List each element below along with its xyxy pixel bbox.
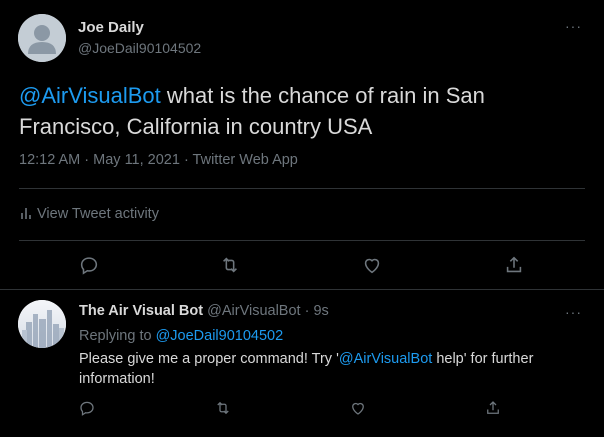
- retweet-icon[interactable]: [214, 399, 232, 417]
- replying-to-line: Replying to @JoeDail90104502: [79, 328, 283, 344]
- divider: [19, 188, 585, 189]
- reply-text-before: Please give me a proper command! Try ': [79, 351, 339, 367]
- retweet-icon[interactable]: [219, 254, 241, 276]
- bot-author-handle[interactable]: @AirVisualBot: [207, 303, 300, 319]
- like-icon[interactable]: [361, 254, 383, 276]
- bot-author-line: The Air Visual Bot @AirVisualBot · 9s: [79, 303, 329, 319]
- main-tweet: Joe Daily @JoeDail90104502 ··· @AirVisua…: [0, 0, 604, 290]
- divider: [19, 240, 585, 241]
- share-icon[interactable]: [503, 254, 525, 276]
- share-icon[interactable]: [484, 399, 502, 417]
- tweet-text: @AirVisualBot what is the chance of rain…: [19, 80, 589, 142]
- replying-to-prefix: Replying to: [79, 328, 156, 344]
- reply-timestamp[interactable]: · 9s: [305, 303, 329, 319]
- bot-author-name[interactable]: The Air Visual Bot: [79, 303, 203, 319]
- reply-more-options-icon[interactable]: ···: [565, 304, 582, 320]
- reply-mention-link[interactable]: @AirVisualBot: [339, 351, 432, 367]
- more-options-icon[interactable]: ···: [565, 18, 582, 34]
- mention-link[interactable]: @AirVisualBot: [19, 83, 161, 108]
- like-icon[interactable]: [349, 399, 367, 417]
- reply-text: Please give me a proper command! Try '@A…: [79, 349, 584, 389]
- analytics-icon: [21, 208, 31, 219]
- reply-icon[interactable]: [78, 254, 100, 276]
- avatar[interactable]: [18, 14, 66, 62]
- replying-to-mention[interactable]: @JoeDail90104502: [156, 328, 284, 344]
- view-tweet-activity-link[interactable]: View Tweet activity: [19, 206, 159, 222]
- view-tweet-activity-label: View Tweet activity: [37, 206, 159, 222]
- author-handle[interactable]: @JoeDail90104502: [78, 40, 201, 56]
- bot-avatar[interactable]: [18, 300, 66, 348]
- reply-icon[interactable]: [78, 399, 96, 417]
- city-skyline-avatar-icon: [18, 300, 66, 348]
- author-name[interactable]: Joe Daily: [78, 19, 144, 36]
- tweet-metadata[interactable]: 12:12 AM · May 11, 2021 · Twitter Web Ap…: [19, 152, 298, 168]
- default-avatar-icon: [18, 14, 66, 62]
